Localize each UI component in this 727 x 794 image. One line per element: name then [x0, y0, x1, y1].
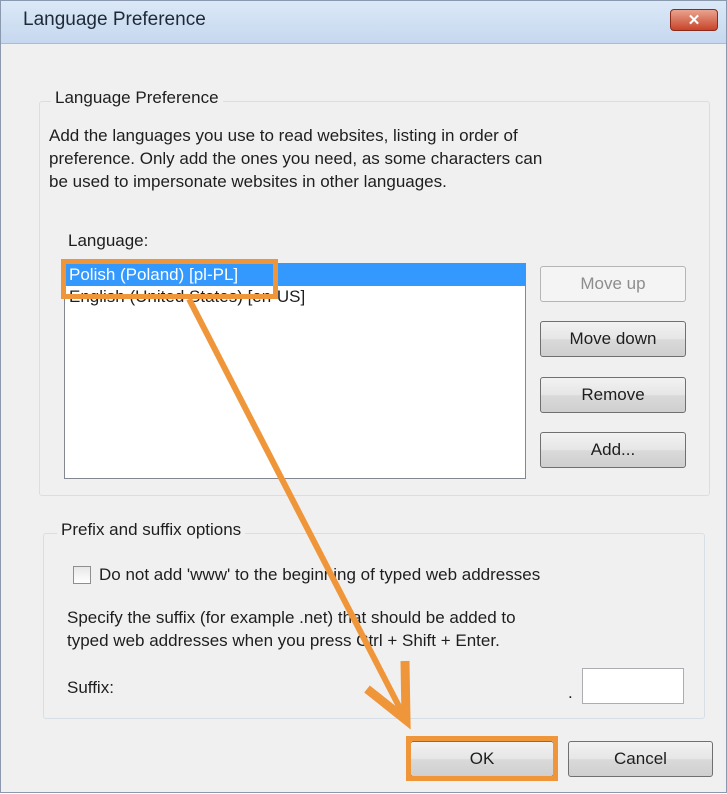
arrow-head — [364, 660, 411, 730]
annotation-arrow — [186, 297, 411, 730]
arrow-line — [186, 297, 409, 722]
language-preference-dialog: Language Preference ✕ Language Preferenc… — [0, 0, 727, 793]
